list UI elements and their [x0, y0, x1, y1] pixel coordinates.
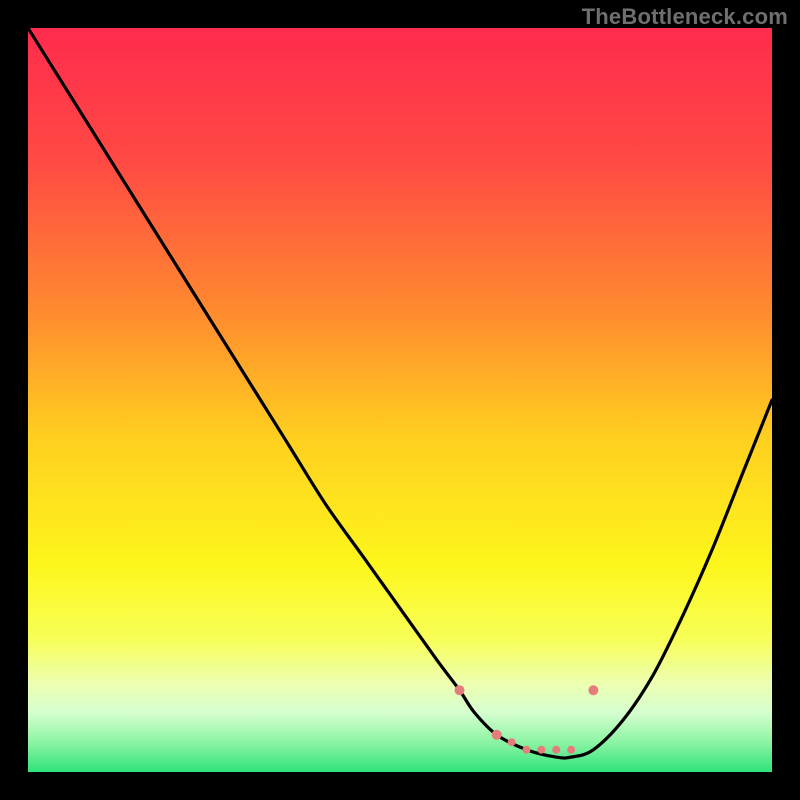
highlight-marker [508, 738, 516, 746]
highlight-marker [492, 730, 502, 740]
highlight-marker [537, 746, 545, 754]
highlight-marker [588, 685, 598, 695]
highlight-marker [567, 746, 575, 754]
highlight-marker [455, 685, 465, 695]
highlight-marker [523, 746, 531, 754]
watermark-text: TheBottleneck.com [582, 4, 788, 30]
bottleneck-chart [28, 28, 772, 772]
highlight-marker [552, 746, 560, 754]
chart-frame [28, 28, 772, 772]
